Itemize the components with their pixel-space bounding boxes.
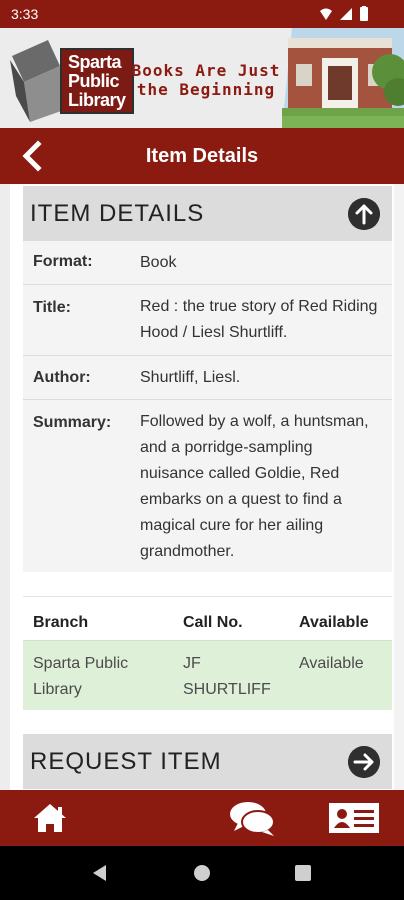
app-header: Item Details [0,128,404,184]
library-banner: Sparta Public Library Books Are Just the… [0,28,404,128]
column-header-branch: Branch [33,614,89,631]
detail-row-summary: Summary: Followed by a wolf, a huntsman,… [23,400,392,572]
detail-row-format: Format: Book [23,241,392,285]
cellular-signal-icon [340,8,352,20]
arrow-right-icon[interactable] [348,746,380,778]
status-icons [320,6,368,21]
wifi-icon [320,8,332,20]
format-label: Format: [33,253,93,270]
library-card-icon[interactable] [326,798,382,838]
banner-tagline: Books Are Just the Beginning [128,61,284,99]
call-no-cell: JF SHURTLIFF [183,655,271,698]
library-logo: Sparta Public Library [8,36,134,122]
summary-label: Summary: [33,414,112,431]
system-nav-bar [0,846,404,900]
status-bar: 3:33 [0,0,404,28]
battery-icon [360,7,368,21]
item-details-header[interactable]: ITEM DETAILS [23,186,392,241]
chat-icon[interactable] [224,798,280,838]
detail-row-author: Author: Shurtliff, Liesl. [23,356,392,400]
request-item-header[interactable]: REQUEST ITEM [23,734,392,789]
library-building-photo [282,28,404,128]
tagline-line-1: Books Are Just [131,61,281,80]
request-item-title: REQUEST ITEM [30,748,222,775]
title-value: Red : the true story of Red Riding Hood … [140,298,378,341]
nav-recents-icon[interactable] [293,863,313,883]
author-label: Author: [33,369,91,386]
title-label: Title: [33,299,71,316]
content-scroll-area[interactable]: ITEM DETAILS Format: Book Title: Red : t… [0,184,404,790]
item-details-title: ITEM DETAILS [30,200,205,227]
collapse-up-icon[interactable] [348,198,380,230]
tagline-line-2: the Beginning [136,80,276,99]
column-header-call-no: Call No. [183,614,243,631]
column-header-available: Available [299,614,369,631]
author-value: Shurtliff, Liesl. [140,369,241,386]
available-cell: Available [299,655,364,672]
detail-row-title: Title: Red : the true story of Red Ridin… [23,285,392,356]
logo-text: Sparta Public Library [68,52,126,110]
nav-home-icon[interactable] [192,863,212,883]
page-title: Item Details [145,145,259,167]
bottom-tab-bar [0,790,404,846]
branch-cell: Sparta Public Library [33,655,129,698]
table-row: Sparta Public Library JF SHURTLIFF Avail… [23,640,392,710]
home-icon[interactable] [22,798,78,838]
summary-value: Followed by a wolf, a huntsman, and a po… [140,413,369,560]
nav-back-icon[interactable] [90,863,110,883]
format-value: Book [140,254,177,271]
status-time: 3:33 [11,6,39,22]
item-card: ITEM DETAILS Format: Book Title: Red : t… [10,184,394,790]
